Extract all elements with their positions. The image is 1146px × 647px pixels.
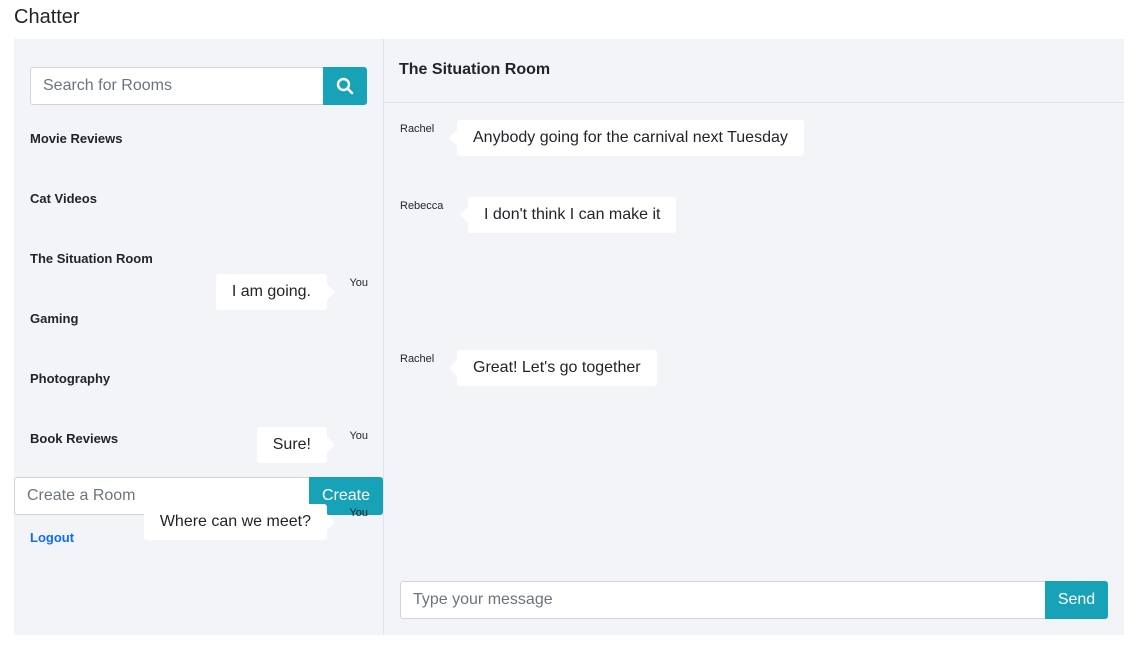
room-title: The Situation Room	[384, 39, 1124, 103]
room-item-the-situation-room[interactable]: The Situation Room	[30, 229, 153, 289]
chat-panel: The Situation Room Rachel Anybody going …	[143, 39, 1124, 635]
app-title: Chatter	[14, 6, 80, 28]
room-search	[30, 67, 367, 105]
message-sender: You	[349, 430, 368, 442]
message-sender: You	[349, 277, 368, 289]
search-button[interactable]	[323, 67, 367, 105]
search-input[interactable]	[30, 67, 323, 105]
message-bubble: I don't think I can make it	[459, 197, 677, 233]
message-sender: You	[349, 507, 368, 519]
message-bubble: I am going.	[215, 274, 336, 310]
message-input[interactable]	[400, 581, 1045, 619]
message-bubble: Where can we meet?	[143, 504, 336, 540]
message-sender: Rachel	[400, 123, 435, 135]
message-bubble: Sure!	[256, 427, 336, 463]
room-item-movie-reviews[interactable]: Movie Reviews	[30, 109, 153, 169]
send-button[interactable]: Send	[1045, 581, 1108, 619]
sidebar: Movie Reviews Cat Videos The Situation R…	[14, 39, 384, 635]
message-bubble: Anybody going for the carnival next Tues…	[449, 120, 804, 156]
room-item-photography[interactable]: Photography	[30, 349, 153, 409]
room-item-cat-videos[interactable]: Cat Videos	[30, 169, 153, 229]
room-list: Movie Reviews Cat Videos The Situation R…	[30, 109, 153, 469]
message-composer: Send	[400, 581, 1108, 619]
chat-app: Movie Reviews Cat Videos The Situation R…	[14, 39, 1124, 635]
search-icon	[336, 77, 354, 95]
logout-link[interactable]: Logout	[30, 530, 74, 545]
message-sender: Rachel	[400, 353, 435, 365]
message-bubble: Great! Let's go together	[449, 350, 657, 386]
room-item-gaming[interactable]: Gaming	[30, 289, 153, 349]
room-item-book-reviews[interactable]: Book Reviews	[30, 409, 153, 469]
message-sender: Rebecca	[400, 200, 444, 212]
